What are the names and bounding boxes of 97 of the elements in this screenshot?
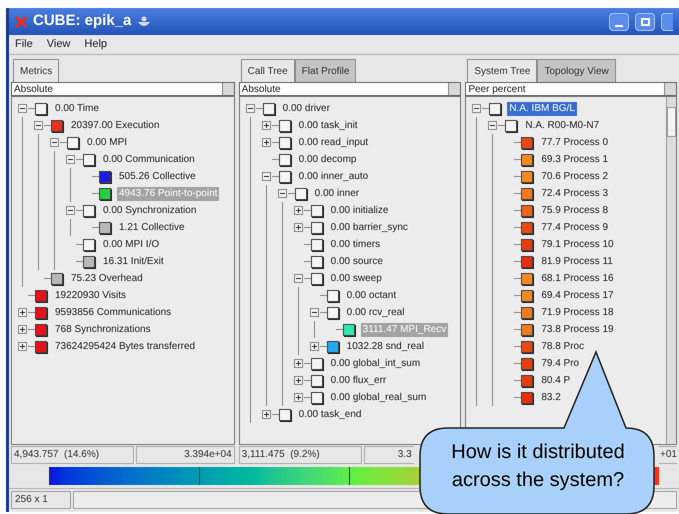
- tree-item[interactable]: 0.00 global_real_sum: [328, 390, 428, 404]
- tree-item[interactable]: 79.4 Pro: [539, 356, 582, 370]
- tree-item[interactable]: 0.00 MPI I/O: [101, 238, 162, 252]
- expand-icon[interactable]: [294, 376, 303, 385]
- collapse-icon[interactable]: [34, 121, 43, 130]
- tree-item[interactable]: 9593856 Communications: [53, 306, 174, 320]
- collapse-icon[interactable]: [278, 189, 287, 198]
- tree-item[interactable]: 1.21 Collective: [117, 220, 187, 234]
- tree-item[interactable]: 0.00 flux_err: [328, 374, 388, 388]
- expand-icon[interactable]: [294, 359, 303, 368]
- value-field: 3.394e+04: [136, 446, 235, 464]
- tree-item[interactable]: 70.6 Process 2: [539, 170, 610, 184]
- tree-item[interactable]: 0.00 timers: [328, 238, 382, 252]
- tree-item[interactable]: 68.1 Process 16: [539, 272, 616, 286]
- expand-icon[interactable]: [294, 223, 303, 232]
- tree-item[interactable]: 0.00 Time: [53, 102, 101, 116]
- tab[interactable]: Call Tree: [240, 59, 295, 82]
- tree-item[interactable]: 77.7 Process 0: [539, 136, 610, 150]
- tree-item[interactable]: 79.1 Process 10: [539, 238, 616, 252]
- tree-item[interactable]: 0.00 initialize: [328, 204, 390, 218]
- tree-item[interactable]: 72.4 Process 3: [539, 186, 610, 200]
- tree-item[interactable]: 69.3 Process 1: [539, 152, 610, 166]
- collapse-icon[interactable]: [18, 104, 27, 113]
- collapse-icon[interactable]: [66, 155, 75, 164]
- dropdown[interactable]: Peer percent: [465, 82, 677, 96]
- dropdown[interactable]: Absolute: [11, 82, 235, 96]
- expand-icon[interactable]: [294, 393, 303, 402]
- tree-item[interactable]: 0.00 Synchronization: [101, 204, 198, 218]
- window-title: CUBE: epik_a: [33, 11, 132, 32]
- collapse-icon[interactable]: [310, 308, 319, 317]
- tree-item[interactable]: 505.26 Collective: [117, 170, 198, 184]
- tree-item[interactable]: 0.00 decomp: [296, 152, 358, 166]
- tree-item[interactable]: 0.00 task_end: [296, 408, 364, 422]
- collapse-icon[interactable]: [294, 274, 303, 283]
- tree-item[interactable]: 0.00 inner: [312, 186, 362, 200]
- minimize-button[interactable]: [609, 12, 629, 30]
- status-text: 256 x 1: [11, 490, 71, 508]
- tree-item[interactable]: 69.4 Process 17: [539, 288, 616, 302]
- menu-item[interactable]: Help: [84, 36, 108, 53]
- collapse-icon[interactable]: [472, 104, 482, 113]
- tree-item[interactable]: 0.00 global_int_sum: [328, 356, 422, 370]
- menu-item[interactable]: File: [15, 36, 33, 53]
- tree-item[interactable]: 20397.00 Execution: [69, 118, 162, 132]
- expand-icon[interactable]: [310, 342, 319, 351]
- value-field: 3,111.475 (9.2%): [238, 446, 362, 464]
- expand-icon[interactable]: [262, 138, 271, 147]
- tree-item[interactable]: 0.00 rcv_real: [344, 306, 406, 320]
- expand-icon[interactable]: [262, 121, 271, 130]
- tree-item[interactable]: 0.00 octant: [344, 288, 398, 302]
- tree-item[interactable]: 75.23 Overhead: [69, 272, 145, 286]
- tree-item[interactable]: 73.8 Process 19: [539, 322, 616, 336]
- callout-text: How is it distributed across the system?: [450, 440, 626, 493]
- tree-item[interactable]: 1032.28 snd_real: [344, 340, 426, 354]
- tree-item[interactable]: 77.4 Process 9: [539, 220, 610, 234]
- tree-item[interactable]: 0.00 MPI: [85, 136, 130, 150]
- bowl-icon: [137, 16, 152, 28]
- expand-icon[interactable]: [294, 206, 303, 215]
- collapse-icon[interactable]: [488, 121, 498, 130]
- collapse-icon[interactable]: [50, 138, 59, 147]
- tree-item[interactable]: 71.9 Process 18: [539, 306, 616, 320]
- tree-item[interactable]: 0.00 driver: [280, 102, 332, 116]
- tree-item[interactable]: 80.4 P: [539, 374, 572, 388]
- menu-item[interactable]: View: [46, 36, 70, 53]
- tree-item[interactable]: 0.00 barrier_sync: [328, 220, 410, 234]
- expand-icon[interactable]: [262, 410, 271, 419]
- tree-item[interactable]: 0.00 inner_auto: [296, 170, 370, 184]
- expand-icon[interactable]: [18, 308, 27, 317]
- tree-item[interactable]: 0.00 Communication: [101, 152, 197, 166]
- value-field: +01: [659, 446, 677, 464]
- tree-item[interactable]: 768 Synchronizations: [53, 322, 153, 336]
- tab[interactable]: System Tree: [467, 59, 538, 82]
- tree-item[interactable]: N.A. IBM BG/L: [507, 102, 577, 116]
- maximize-button[interactable]: [635, 12, 655, 30]
- tree-item[interactable]: 73624295424 Bytes transferred: [53, 340, 198, 354]
- tab[interactable]: Topology View: [537, 59, 616, 82]
- scrollbar[interactable]: [666, 97, 676, 444]
- expand-icon[interactable]: [18, 342, 27, 351]
- tree-item[interactable]: 0.00 task_init: [296, 118, 360, 132]
- dropdown[interactable]: Absolute: [238, 82, 462, 96]
- tree-item[interactable]: 0.00 sweep: [328, 272, 384, 286]
- tab[interactable]: Flat Profile: [294, 59, 356, 82]
- expand-icon[interactable]: [18, 325, 27, 334]
- tree-item[interactable]: 78.8 Proc: [539, 340, 586, 354]
- value-field: 3.3: [364, 446, 414, 464]
- tree-item[interactable]: 0.00 source: [328, 254, 385, 268]
- tree-item[interactable]: 75.9 Process 8: [539, 204, 610, 218]
- tree-item[interactable]: 83.2: [539, 390, 563, 404]
- collapse-icon[interactable]: [246, 104, 255, 113]
- collapse-icon[interactable]: [262, 172, 271, 181]
- tab[interactable]: Metrics: [13, 59, 60, 82]
- tree-item[interactable]: 0.00 read_input: [296, 136, 370, 150]
- tree-item[interactable]: N.A. R00-M0-N7: [523, 118, 602, 132]
- tree-item[interactable]: 81.9 Process 11: [539, 254, 615, 268]
- tree-item[interactable]: 19220930 Visits: [53, 288, 128, 302]
- collapse-icon[interactable]: [66, 206, 75, 215]
- tree-item[interactable]: 16.31 Init/Exit: [101, 254, 166, 268]
- value-field: 4,943.757 (14.6%): [11, 446, 134, 464]
